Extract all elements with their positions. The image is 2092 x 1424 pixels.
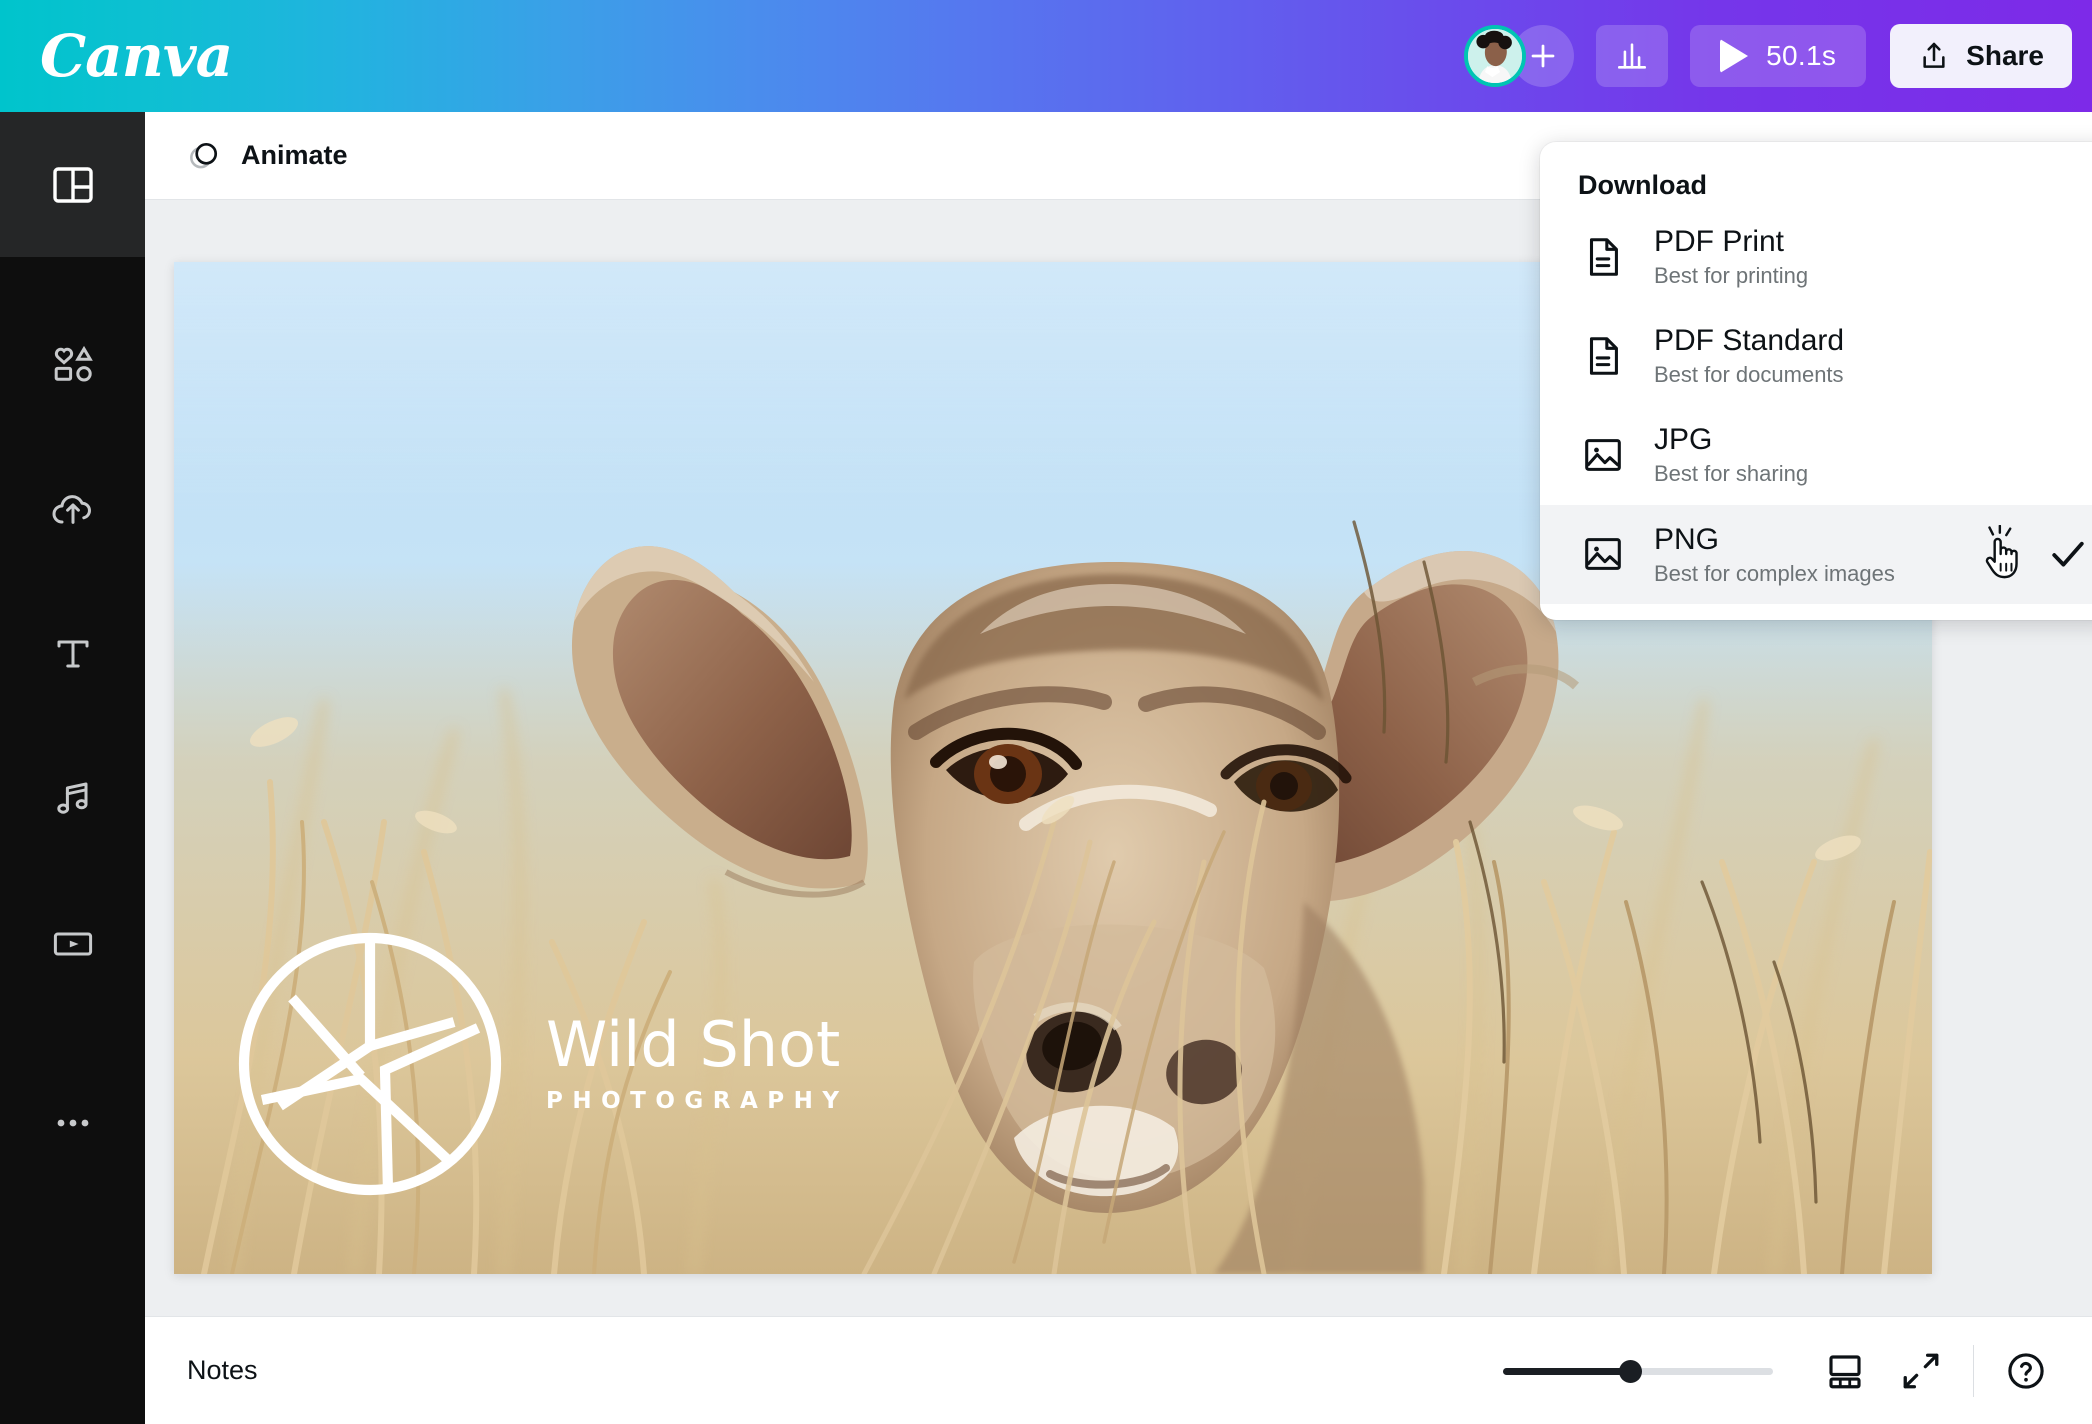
image-picture-icon [1580, 531, 1626, 577]
download-option-desc: Best for printing [1654, 263, 1809, 288]
text-t-icon [57, 640, 88, 667]
document-lines-icon [1580, 234, 1626, 280]
bottom-bar-controls [1503, 1333, 2064, 1409]
pointer-hand-cursor-icon [1978, 525, 2024, 583]
share-label: Share [1966, 40, 2044, 71]
help-button[interactable] [1988, 1333, 2064, 1409]
sidebar-item-videos[interactable] [0, 871, 145, 1016]
shapes-icon [54, 345, 93, 381]
document-lines-icon [1580, 333, 1626, 379]
download-option-pdf-print[interactable]: PDF Print Best for printing [1540, 207, 2092, 306]
ellipsis-icon [57, 1119, 88, 1126]
download-option-desc: Best for documents [1654, 362, 1844, 388]
sidebar-item-more[interactable] [0, 1050, 145, 1195]
zoom-slider-thumb[interactable] [1618, 1359, 1642, 1383]
sidebar-item-elements[interactable] [0, 291, 145, 436]
layout-panels-icon [52, 166, 93, 203]
download-option-texts: PDF Standard Best for documents [1654, 324, 1844, 387]
download-option-desc: Best for sharing [1654, 461, 1809, 487]
expand-arrows-icon [1903, 1353, 1939, 1388]
play-icon [1720, 39, 1749, 73]
sidebar-item-text[interactable] [0, 581, 145, 726]
overlapping-circles-icon [190, 142, 218, 168]
avatar[interactable] [1464, 25, 1527, 87]
zoom-slider-fill [1503, 1367, 1630, 1375]
plus-icon [1531, 44, 1555, 68]
watermark-title: Wild Shot [546, 1008, 841, 1081]
download-option-label: JPG [1654, 423, 1713, 457]
zoom-slider[interactable] [1503, 1356, 1773, 1386]
top-bar-actions: 50.1s Share [1464, 24, 2072, 88]
canva-logo[interactable]: Canva [40, 27, 233, 85]
watermark-subtitle: PHOTOGRAPHY [546, 1088, 849, 1114]
music-note-icon [56, 782, 87, 814]
download-option-trailing [1978, 525, 2090, 583]
rail-gap [0, 257, 145, 291]
animate-button[interactable]: Animate [171, 127, 362, 185]
bottom-bar: Notes [145, 1316, 2092, 1424]
download-dropdown: Download PDF Print Best for printing PDF… [1540, 142, 2092, 620]
download-option-texts: PDF Print Best for printing [1654, 225, 1808, 288]
image-picture-icon [1580, 432, 1626, 478]
download-option-pdf-standard[interactable]: PDF Standard Best for documents [1540, 306, 2092, 405]
sidebar-item-uploads[interactable] [0, 436, 145, 581]
download-menu-title: Download [1578, 170, 1707, 200]
download-option-label: PDF Print [1654, 225, 1785, 258]
video-play-icon [53, 932, 92, 955]
download-option-png[interactable]: PNG Best for complex images [1540, 504, 2092, 604]
notes-button[interactable]: Notes [175, 1347, 270, 1394]
download-option-desc: Best for complex images [1654, 560, 1895, 586]
top-bar: Canva 50.1s Share [0, 0, 2092, 112]
animate-label: Animate [241, 140, 348, 170]
watermark-text: Wild Shot PHOTOGRAPHY [546, 1008, 849, 1115]
camera-aperture-icon [238, 932, 502, 1196]
share-button[interactable]: Share [1890, 24, 2072, 88]
download-option-texts: JPG Best for sharing [1654, 423, 1808, 486]
page-thumbnails-icon [1829, 1354, 1861, 1388]
download-option-jpg[interactable]: JPG Best for sharing [1540, 405, 2092, 504]
share-upload-icon [1923, 42, 1945, 68]
grid-view-button[interactable] [1807, 1333, 1883, 1409]
download-option-label: PDF Standard [1654, 324, 1845, 358]
question-circle-icon [2008, 1352, 2044, 1389]
selected-check-icon [2046, 532, 2090, 576]
insights-button[interactable] [1596, 25, 1669, 87]
watermark: Wild Shot PHOTOGRAPHY [220, 914, 849, 1214]
cloud-upload-icon [52, 494, 91, 524]
collaborators-group [1464, 25, 1575, 87]
play-duration: 50.1s [1766, 40, 1837, 71]
download-option-label: PNG [1654, 522, 1720, 556]
play-preview-button[interactable]: 50.1s [1690, 25, 1867, 87]
left-sidebar [0, 112, 145, 1424]
sidebar-item-audio[interactable] [0, 726, 145, 871]
fullscreen-button[interactable] [1883, 1333, 1959, 1409]
canva-editor-window: Canva 50.1s Share Animate Wild Shot PHOT… [0, 0, 2092, 1424]
bottom-bar-divider [1973, 1344, 1974, 1397]
download-option-texts: PNG Best for complex images [1654, 523, 1895, 586]
bar-chart-icon [1618, 43, 1647, 69]
sidebar-item-design[interactable] [0, 112, 145, 257]
